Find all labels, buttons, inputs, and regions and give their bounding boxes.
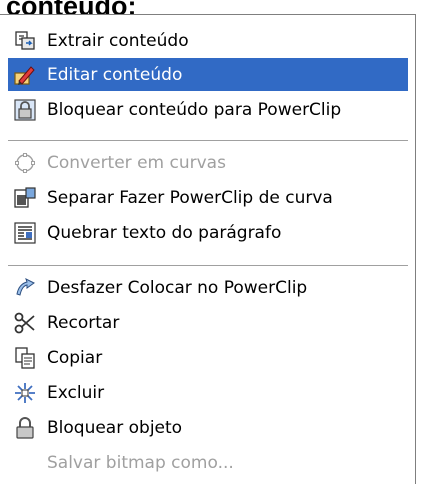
menu-item-label: Recortar — [47, 312, 120, 333]
menu-item-wrap-paragraph-text[interactable]: Quebrar texto do parágrafo — [8, 216, 408, 249]
scissors-icon — [13, 311, 37, 335]
menu-item-copy[interactable]: Copiar — [8, 341, 408, 374]
menu-item-label: Converter em curvas — [47, 152, 226, 173]
undo-icon — [13, 276, 37, 300]
menu-item-label: Separar Fazer PowerClip de curva — [47, 187, 333, 208]
menu-item-label: Quebrar texto do parágrafo — [47, 222, 282, 243]
delete-icon — [13, 381, 37, 405]
paragraph-wrap-icon — [13, 221, 37, 245]
convert-to-curves-icon — [13, 151, 37, 175]
menu-item-label: Bloquear conteúdo para PowerClip — [47, 99, 342, 120]
menu-item-label: Desfazer Colocar no PowerClip — [47, 277, 308, 298]
empty-icon-slot — [13, 451, 37, 475]
menu-item-save-bitmap-as[interactable]: Salvar bitmap como... — [8, 446, 408, 479]
menu-item-separate-powerclip[interactable]: Separar Fazer PowerClip de curva — [8, 181, 408, 214]
menu-item-label: Extrair conteúdo — [47, 30, 189, 51]
menu-item-delete[interactable]: Excluir — [8, 376, 408, 409]
separate-powerclip-icon — [13, 186, 37, 210]
menu-separator — [8, 140, 408, 142]
lock-content-icon — [13, 98, 37, 122]
menu-item-undo-place-powerclip[interactable]: Desfazer Colocar no PowerClip — [8, 271, 408, 304]
menu-item-lock-content-powerclip[interactable]: Bloquear conteúdo para PowerClip — [8, 93, 408, 126]
menu-item-label: Excluir — [47, 382, 105, 403]
copy-icon — [13, 346, 37, 370]
context-menu: Extrair conteúdo Editar conteúdo Bloquea… — [0, 14, 416, 484]
menu-item-cut[interactable]: Recortar — [8, 306, 408, 339]
menu-item-label: Salvar bitmap como... — [47, 452, 234, 473]
menu-item-label: Copiar — [47, 347, 103, 368]
edit-content-icon — [13, 63, 37, 87]
menu-item-edit-content[interactable]: Editar conteúdo — [8, 58, 408, 91]
extract-content-icon — [13, 29, 37, 53]
menu-item-extract-content[interactable]: Extrair conteúdo — [8, 24, 408, 57]
menu-item-lock-object[interactable]: Bloquear objeto — [8, 411, 408, 444]
menu-separator — [8, 265, 408, 267]
menu-item-label: Editar conteúdo — [47, 64, 183, 85]
menu-item-convert-to-curves[interactable]: Converter em curvas — [8, 146, 408, 179]
menu-item-label: Bloquear objeto — [47, 417, 183, 438]
lock-icon — [13, 416, 37, 440]
